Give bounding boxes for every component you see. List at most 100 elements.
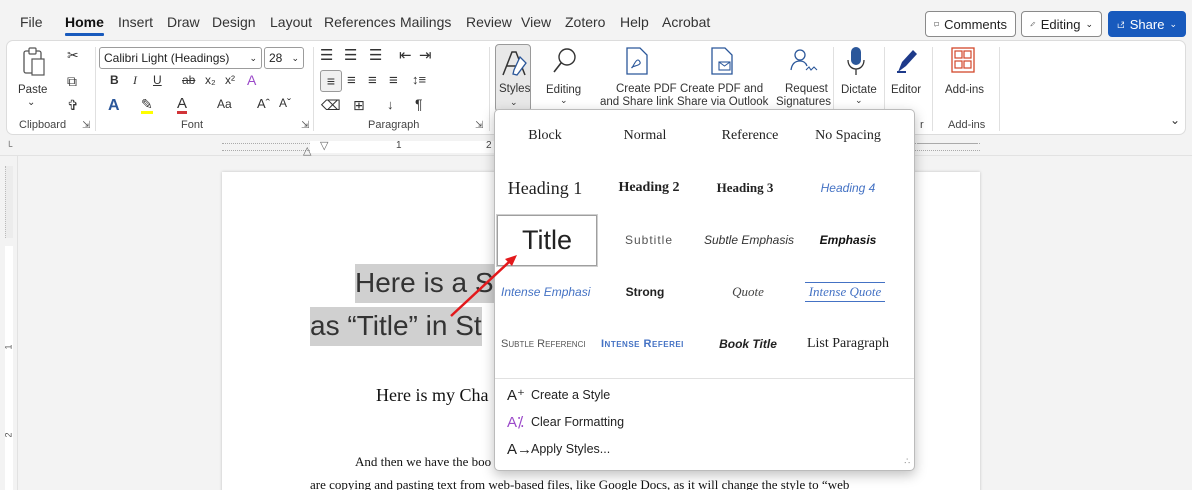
dialog-launcher-icon[interactable]: ⇲ [475,120,483,131]
sort-icon[interactable]: ↓ [387,97,394,112]
style-normal[interactable]: Normal [595,112,695,160]
document-body-line-2[interactable]: are copying and pasting text from web-ba… [310,477,849,490]
create-style-command[interactable]: A⁺ Create a Style [507,384,610,406]
change-case-button[interactable]: Aa [217,97,232,111]
superscript-button[interactable]: x² [225,73,235,87]
style-subtle-reference[interactable]: Subtle Referenci [495,320,595,368]
tab-insert[interactable]: Insert [118,14,153,30]
document-body-line-1[interactable]: And then we have the boo [355,454,491,470]
collapse-ribbon-icon[interactable]: ⌄ [1170,113,1180,127]
bullets-icon[interactable]: ☰ [320,46,333,64]
tab-layout[interactable]: Layout [270,14,312,30]
request-signatures-button[interactable]: Request [785,82,828,96]
style-emphasis[interactable]: Emphasis [798,216,898,264]
align-left-button[interactable]: ≡ [320,70,342,92]
align-right-icon[interactable]: ≡ [368,72,377,89]
tab-review[interactable]: Review [466,14,512,30]
format-painter-icon[interactable]: ✞ [67,97,79,114]
left-indent-marker-icon[interactable]: △ [303,144,311,157]
borders-icon[interactable]: ⊞ [353,97,365,114]
line-spacing-icon[interactable]: ↕≡ [412,72,426,87]
tab-acrobat[interactable]: Acrobat [662,14,710,30]
create-style-icon: A⁺ [507,387,525,404]
copy-icon[interactable]: ⧉ [67,73,77,90]
text-effects-icon[interactable]: A [247,72,256,88]
strikethrough-button[interactable]: ab [182,73,195,87]
style-intense-emphasis[interactable]: Intense Emphasi [495,268,595,316]
style-book-title[interactable]: Book Title [698,320,798,368]
dialog-launcher-icon[interactable]: ⇲ [82,120,90,131]
font-size-combo[interactable]: 28 ⌄ [264,47,304,69]
tab-selector-icon[interactable]: └ [6,141,12,151]
style-heading-3[interactable]: Heading 3 [695,164,795,212]
font-name-combo[interactable]: Calibri Light (Headings) ⌄ [99,47,262,69]
editor-icon [897,50,917,73]
subscript-button[interactable]: x₂ [205,73,216,87]
tab-zotero[interactable]: Zotero [565,14,605,30]
style-heading-2[interactable]: Heading 2 [599,164,699,212]
editing-mode-button[interactable]: Editing ⌄ [1021,11,1102,37]
request-signatures-label-2: Signatures [776,96,831,108]
italic-button[interactable]: I [133,73,137,88]
create-pdf-outlook-button[interactable]: Create PDF and [680,82,763,96]
document-title-line-1[interactable]: Here is a So [355,264,510,303]
text-effects-button[interactable]: A [108,97,120,115]
style-block[interactable]: Block [495,112,595,160]
style-list-paragraph[interactable]: List Paragraph [798,320,898,368]
style-title[interactable]: Title [497,215,597,266]
create-pdf-share-link-button[interactable]: Create PDF [616,82,677,96]
cut-icon[interactable]: ✂ [67,47,79,64]
shrink-font-button[interactable]: Aˇ [279,96,291,110]
tab-references[interactable]: References [324,14,396,30]
highlight-color-icon[interactable]: ✎ [141,97,153,114]
increase-indent-icon[interactable]: ⇥ [419,46,432,64]
first-line-indent-marker-icon[interactable]: ▽ [320,139,328,152]
share-button[interactable]: Share ⌄ [1108,11,1186,37]
align-center-icon[interactable]: ≡ [347,72,356,89]
add-ins-button[interactable]: Add-ins [945,83,984,97]
style-heading-4[interactable]: Heading 4 [798,164,898,212]
underline-button[interactable]: U [153,73,162,87]
chevron-down-icon[interactable]: ⌄ [855,95,863,106]
tab-help[interactable]: Help [620,14,649,30]
bold-button[interactable]: B [110,73,119,87]
tab-design[interactable]: Design [212,14,256,30]
chevron-down-icon: ⌄ [510,97,518,107]
style-subtle-emphasis[interactable]: Subtle Emphasis [699,216,799,264]
dialog-launcher-icon[interactable]: ⇲ [301,120,309,131]
justify-icon[interactable]: ≡ [389,72,398,89]
font-color-button[interactable]: A [177,96,188,114]
tab-file[interactable]: File [20,14,43,30]
chevron-down-icon[interactable]: ⌄ [560,95,568,106]
tab-view[interactable]: View [521,14,551,30]
apply-styles-label: Apply Styles... [531,442,611,456]
tab-mailings[interactable]: Mailings [400,14,451,30]
comments-button[interactable]: Comments [925,11,1016,37]
document-chapter-heading[interactable]: Here is my Cha [376,385,488,406]
tab-draw[interactable]: Draw [167,14,200,30]
editor-button[interactable]: Editor [891,83,921,97]
show-formatting-icon[interactable]: ¶ [415,96,423,112]
grow-font-button[interactable]: Aˆ [257,96,270,111]
apply-styles-command[interactable]: A→ Apply Styles... [507,438,610,460]
vertical-ruler[interactable]: 1 2 [0,156,18,490]
shading-icon[interactable]: ⌫ [321,97,341,114]
chevron-down-icon[interactable]: ⌄ [27,97,35,108]
styles-button[interactable]: Styles ⌄ [495,44,531,112]
style-heading-1[interactable]: Heading 1 [495,164,595,212]
multilevel-list-icon[interactable]: ☰ [369,46,382,64]
paste-button[interactable]: Paste [18,83,47,97]
style-quote[interactable]: Quote [698,268,798,316]
tab-home[interactable]: Home [65,14,104,30]
style-no-spacing[interactable]: No Spacing [798,112,898,160]
resize-grip-icon[interactable]: ∴ [904,456,910,467]
style-intense-reference[interactable]: Intense Referei [595,320,695,368]
document-title-line-2[interactable]: as “Title” in St [310,307,482,346]
clear-formatting-command[interactable]: A⁒ Clear Formatting [507,411,624,433]
style-reference[interactable]: Reference [700,112,800,160]
numbering-icon[interactable]: ☰ [344,46,357,64]
style-strong[interactable]: Strong [595,268,695,316]
style-subtitle[interactable]: Subtitle [599,216,699,264]
decrease-indent-icon[interactable]: ⇤ [399,46,412,64]
style-intense-quote[interactable]: Intense Quote [795,268,895,316]
